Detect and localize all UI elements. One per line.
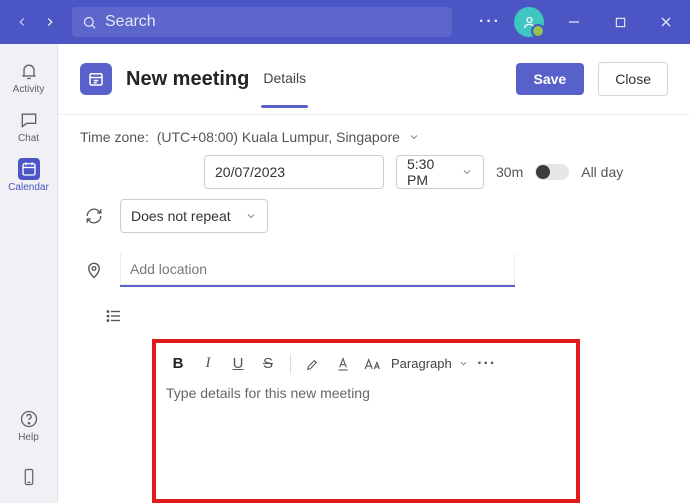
chevron-down-icon [408,131,420,143]
editor-toolbar: B I U S Paragraph [156,343,576,385]
title-bar-right: ··· [462,7,686,37]
rail-label: Chat [18,133,39,144]
editor-body[interactable]: Type details for this new meeting [156,385,576,411]
title-bar: Search ··· [0,0,690,44]
highlight-button[interactable] [301,350,325,378]
font-size-button[interactable] [361,350,385,378]
search-icon [82,15,97,30]
more-options-button[interactable]: ··· [472,7,508,37]
rail-item-activity[interactable]: Activity [0,54,57,103]
location-row: Add location [58,233,690,287]
avatar[interactable] [514,7,544,37]
rail-label: Help [18,432,39,443]
chat-icon [18,109,40,131]
search-placeholder: Search [105,13,156,31]
calendar-detail-icon [80,63,112,95]
bold-button[interactable]: B [166,350,190,378]
rail-item-calendar[interactable]: Calendar [0,152,57,201]
paragraph-label: Paragraph [391,356,452,371]
rail-item-chat[interactable]: Chat [0,103,57,152]
all-day-toggle[interactable] [535,164,569,180]
strikethrough-button[interactable]: S [256,350,280,378]
rail-label: Activity [13,84,45,95]
bell-icon [18,60,40,82]
search-wrap: Search [72,7,462,37]
minimize-button[interactable] [554,7,594,37]
chevron-down-icon [245,210,257,222]
recurrence-icon [80,207,108,225]
chevron-down-icon [458,358,469,369]
page-title: New meeting [126,68,249,91]
recurrence-value: Does not repeat [131,208,231,224]
timezone-row[interactable]: Time zone: (UTC+08:00) Kuala Lumpur, Sin… [58,115,690,145]
close-window-button[interactable] [646,7,686,37]
description-row [58,287,690,325]
all-day-label: All day [581,164,623,180]
underline-button[interactable]: U [226,350,250,378]
calendar-icon [18,158,40,180]
app-rail: Activity Chat Calendar Help [0,44,58,503]
location-icon [80,261,108,279]
form-header: New meeting Details Save Close [58,44,690,96]
italic-button[interactable]: I [196,350,220,378]
meeting-form: New meeting Details Save Close Time zone… [58,44,690,503]
editor-more-button[interactable]: ··· [475,355,499,373]
history-nav [0,10,72,34]
rail-item-help[interactable]: Help [0,402,57,451]
recurrence-select[interactable]: Does not repeat [120,199,268,233]
search-box[interactable]: Search [72,7,452,37]
timezone-value: (UTC+08:00) Kuala Lumpur, Singapore [157,129,400,145]
recurrence-row: Does not repeat [58,189,690,233]
save-button[interactable]: Save [516,63,585,95]
timezone-label: Time zone: [80,129,149,145]
phone-icon[interactable] [20,465,38,489]
chevron-down-icon [461,166,473,178]
location-input[interactable]: Add location [120,253,515,287]
datetime-row: 20/07/2023 5:30 PM 30m All day [58,145,690,189]
font-color-button[interactable] [331,350,355,378]
help-icon [18,408,40,430]
close-button[interactable]: Close [598,62,668,96]
date-input[interactable]: 20/07/2023 [204,155,384,189]
rail-label: Calendar [8,182,49,193]
duration-label: 30m [496,164,523,180]
rich-text-editor[interactable]: B I U S Paragraph [152,339,580,503]
time-value: 5:30 PM [407,156,453,188]
description-icon [80,301,148,325]
paragraph-style-select[interactable]: Paragraph [391,356,469,371]
tab-details[interactable]: Details [263,70,306,88]
time-input[interactable]: 5:30 PM [396,155,484,189]
back-button[interactable] [10,10,34,34]
maximize-button[interactable] [600,7,640,37]
forward-button[interactable] [38,10,62,34]
